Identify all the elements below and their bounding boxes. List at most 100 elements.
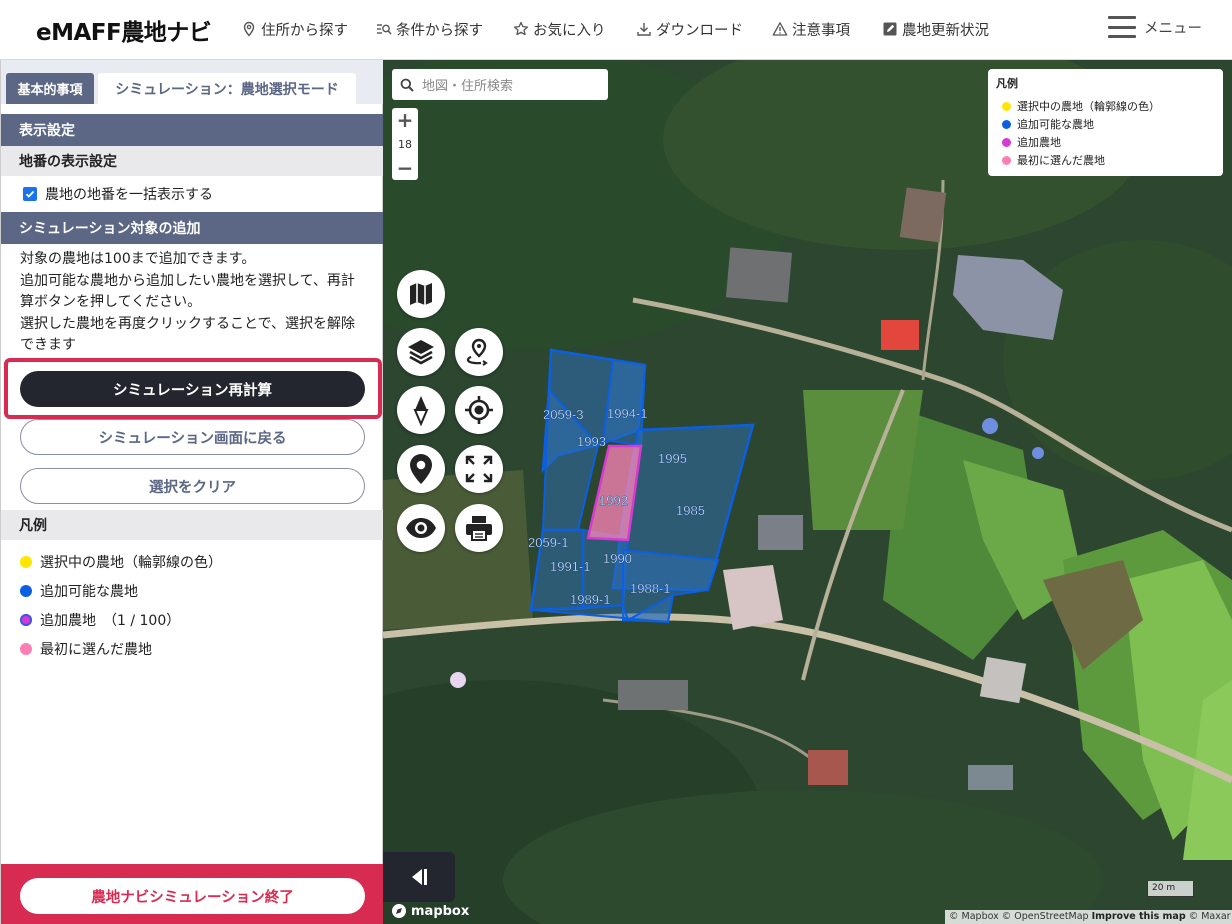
attribution-improve[interactable]: Improve this map (1092, 911, 1186, 922)
legend-label: 追加農地 （1 / 100） (40, 612, 181, 629)
map-legend-item: 選択中の農地（輪郭線の色） (996, 97, 1215, 115)
compass-button[interactable] (397, 386, 445, 434)
zoom-out-button[interactable]: − (397, 158, 414, 178)
base-map-button[interactable] (397, 270, 445, 318)
menu-button[interactable]: メニュー (1108, 16, 1202, 38)
parcel-label: 1989-1 (570, 592, 610, 607)
legend-item: 追加可能な農地 (20, 576, 222, 605)
nav-download[interactable]: ダウンロード (636, 18, 743, 40)
desc-line: 追加可能な農地から追加したい農地を選択して、再計 (20, 272, 355, 289)
nav-update-status[interactable]: 農地更新状況 (882, 18, 989, 40)
parcel-label: 1995 (658, 451, 687, 466)
mapbox-icon (392, 904, 406, 918)
legend-label: 最初に選んだ農地 (40, 641, 152, 658)
desc-line: 選択した農地を再度クリックすることで、選択を解除 (20, 315, 356, 332)
map-pin-icon (410, 454, 432, 484)
compass-icon (413, 396, 429, 426)
panel-legend: 選択中の農地（輪郭線の色） 追加可能な農地 追加農地 （1 / 100） 最初に… (20, 547, 222, 663)
map-pin-icon (243, 21, 255, 37)
parcel-label: 2059-3 (543, 407, 583, 422)
print-button[interactable] (455, 504, 503, 552)
satellite-map[interactable]: 2059-3 1994-1 1993 1995 1992 1985 2059-1… (383, 60, 1232, 924)
clear-selection-button[interactable]: 選択をクリア (20, 468, 365, 504)
recalculate-button[interactable]: シミュレーション再計算 (20, 371, 365, 407)
yellow-dot-icon (20, 555, 32, 568)
attribution-osm[interactable]: © OpenStreetMap (1002, 911, 1089, 922)
layers-icon (408, 340, 434, 365)
end-simulation-button[interactable]: 農地ナビシミュレーション終了 (20, 878, 365, 914)
fullscreen-button[interactable] (455, 445, 503, 493)
tab-basic-info[interactable]: 基本的事項 (6, 73, 94, 104)
nav-download-label: ダウンロード (656, 22, 743, 39)
show-lot-numbers-row[interactable]: 農地の地番を一括表示する (23, 184, 213, 204)
show-lot-numbers-checkbox[interactable] (23, 187, 37, 201)
legend-heading: 凡例 (1, 510, 383, 540)
visibility-button[interactable] (397, 504, 445, 552)
legend-item: 選択中の農地（輪郭線の色） (20, 547, 222, 576)
warning-icon (772, 22, 788, 36)
parcel-label: 1991-1 (550, 559, 590, 574)
attribution-maxar[interactable]: © Maxar (1189, 911, 1231, 922)
search-list-icon (377, 24, 392, 35)
nav-search-condition-label: 条件から探す (396, 22, 483, 39)
nav-search-address-label: 住所から探す (261, 22, 348, 39)
menu-label: メニュー (1144, 20, 1202, 37)
collapse-left-icon (412, 869, 427, 885)
magenta-dot-icon (1002, 137, 1011, 147)
eye-icon (406, 518, 436, 538)
edit-icon (883, 22, 897, 36)
place-pin-button[interactable] (397, 445, 445, 493)
map-scale: 20 m (1147, 881, 1194, 897)
top-header: eMAFF農地ナビ 住所から探す 条件から探す お気に入り ダウンロード 注意事… (0, 0, 1232, 60)
printer-icon (466, 516, 492, 541)
parcel-label: 1985 (676, 503, 705, 518)
map-search-input[interactable]: 地図・住所検索 (392, 69, 608, 100)
route-pin-button[interactable] (455, 328, 503, 376)
map-search-placeholder: 地図・住所検索 (422, 79, 514, 94)
collapse-panel-button[interactable] (383, 852, 455, 902)
layers-button[interactable] (397, 328, 445, 376)
section-display-settings: 表示設定 (1, 114, 383, 146)
my-location-button[interactable] (455, 386, 503, 434)
blue-dot-icon (1002, 119, 1011, 129)
nav-search-address[interactable]: 住所から探す (241, 18, 348, 40)
map-attribution: © Mapbox © OpenStreetMap Improve this ma… (945, 910, 1232, 924)
map-legend-title: 凡例 (996, 77, 1018, 90)
section-add-target: シミュレーション対象の追加 (1, 212, 383, 244)
show-lot-numbers-label: 農地の地番を一括表示する (45, 187, 213, 203)
nav-favorites[interactable]: お気に入り (513, 18, 606, 40)
zoom-in-button[interactable]: + (397, 110, 414, 130)
map-legend: 凡例 選択中の農地（輪郭線の色） 追加可能な農地 追加農地 最初に選んだ農地 (988, 69, 1223, 176)
panel-tabs: 基本的事項 シミュレーション：農地選択モード (1, 60, 384, 104)
checkmark-icon (25, 190, 35, 198)
legend-item: 追加農地 （1 / 100） (20, 605, 222, 634)
parcel-label: 1994-1 (607, 406, 647, 421)
satellite-imagery[interactable]: 2059-3 1994-1 1993 1995 1992 1985 2059-1… (383, 60, 1232, 924)
desc-line: できます (20, 337, 76, 353)
yellow-dot-icon (1002, 101, 1011, 111)
map-legend-item: 追加農地 (996, 133, 1215, 151)
desc-line: 対象の農地は100まで追加できます。 (20, 251, 256, 267)
nav-update-status-label: 農地更新状況 (902, 22, 989, 39)
nav-search-condition[interactable]: 条件から探す (376, 18, 483, 40)
back-to-simulation-button[interactable]: シミュレーション画面に戻る (20, 419, 365, 455)
map-legend-label: 選択中の農地（輪郭線の色） (1017, 100, 1160, 113)
map-legend-item: 追加可能な農地 (996, 115, 1215, 133)
map-legend-label: 追加農地 (1017, 136, 1061, 149)
parcel-label: 1990 (603, 551, 632, 566)
legend-item: 最初に選んだ農地 (20, 634, 222, 663)
star-icon (513, 21, 529, 36)
map-legend-label: 追加可能な農地 (1017, 118, 1094, 131)
mapbox-logo[interactable]: mapbox (391, 903, 469, 919)
panel-footer: 農地ナビシミュレーション終了 (1, 864, 383, 924)
tab-simulation[interactable]: シミュレーション：農地選択モード (98, 73, 356, 104)
pink-dot-icon (1002, 155, 1011, 165)
nav-favorites-label: お気に入り (533, 22, 606, 39)
app-logo[interactable]: eMAFF農地ナビ (36, 13, 212, 47)
nav-notes[interactable]: 注意事項 (772, 18, 850, 40)
map-legend-item: 最初に選んだ農地 (996, 151, 1215, 169)
attribution-mapbox[interactable]: © Mapbox (949, 911, 999, 922)
blue-dot-icon (20, 584, 32, 597)
search-icon (400, 78, 414, 92)
zoom-control: + 18 − (392, 108, 418, 180)
